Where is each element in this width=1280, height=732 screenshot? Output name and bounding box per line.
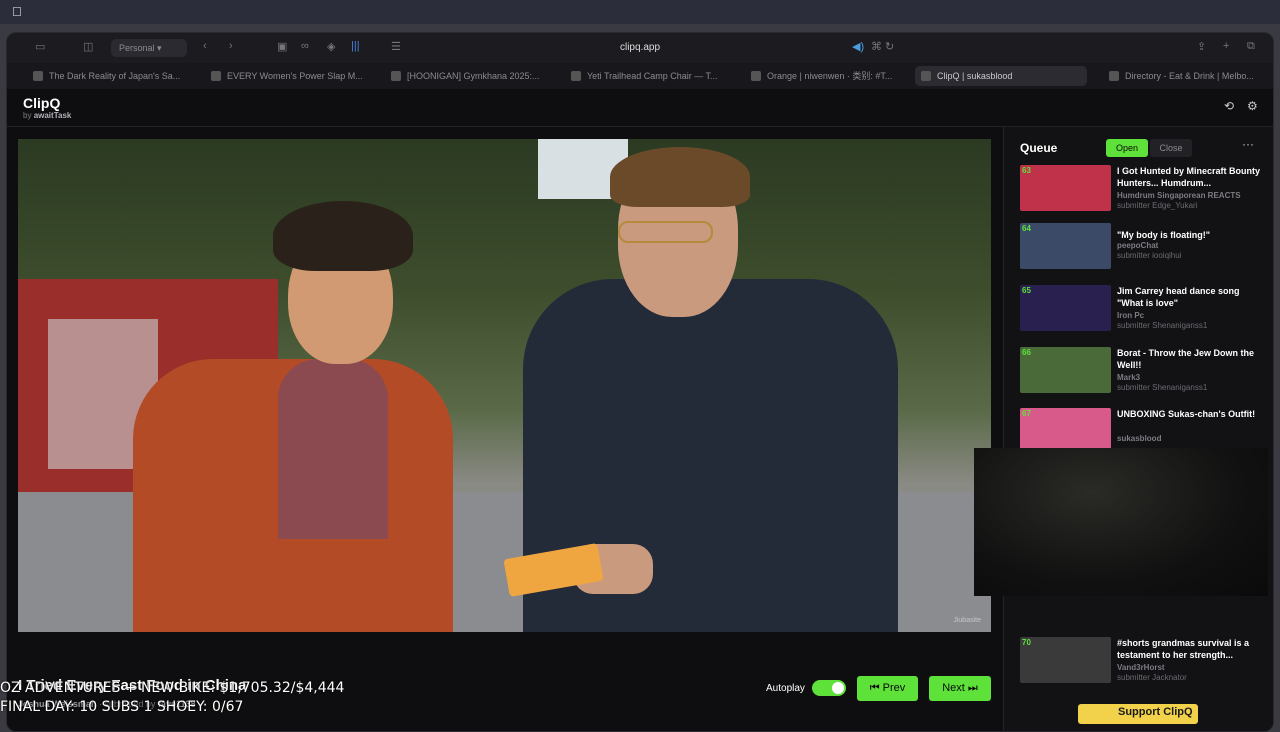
queue-thumbnail: 66 <box>1020 347 1111 393</box>
favicon-icon <box>921 71 931 81</box>
browser-tab[interactable]: Directory - Eat & Drink | Melbo... <box>1103 66 1273 86</box>
autoplay-toggle[interactable] <box>812 680 846 696</box>
browser-tab[interactable]: EVERY Women's Power Slap M... <box>205 66 367 86</box>
mac-menubar:  <box>0 0 1280 24</box>
browser-tab-active[interactable]: ClipQ | sukasblood <box>915 66 1087 86</box>
favicon-icon <box>1109 71 1119 81</box>
speaker-icon[interactable]: ◀) <box>852 40 864 53</box>
new-tab-icon[interactable]: + <box>1223 40 1229 52</box>
tabs-icon[interactable]: ⧉ <box>1247 40 1255 53</box>
video-watermark: Jiubasite <box>953 617 981 624</box>
prev-button[interactable]: ⏮ Prev <box>857 676 918 701</box>
reload-icon[interactable]: ↻ <box>885 40 894 53</box>
queue-thumbnail: 70 <box>1020 637 1111 683</box>
more-dots-icon[interactable]: ··· <box>1242 137 1254 151</box>
queue-close-button[interactable]: Close <box>1150 139 1192 157</box>
queue-title: Queue <box>1020 141 1058 155</box>
support-clipq-button[interactable]: Support ClipQ <box>1078 704 1198 724</box>
browser-toolbar: ▭ ◫ Personal ▾ ‹ › ▣ ∞ ◈ ||| ☰ clipq.app… <box>7 33 1273 63</box>
history-icon[interactable]: ⟲ <box>1224 99 1234 113</box>
queue-item[interactable]: 64 "My body is floating!" peepoChat subm… <box>1020 223 1272 271</box>
queue-thumbnail: 63 <box>1020 165 1111 211</box>
queue-item[interactable]: 70 #shorts grandmas survival is a testam… <box>1020 637 1272 685</box>
queue-open-button[interactable]: Open <box>1106 139 1148 157</box>
clipq-logo[interactable]: ClipQ <box>23 95 60 111</box>
queue-item[interactable]: 66 Borat - Throw the Jew Down the Well!!… <box>1020 347 1272 395</box>
browser-tab[interactable]: Orange | niwenwen · 类别: #T... <box>745 66 910 86</box>
share-icon[interactable]: ⇪ <box>1197 40 1206 53</box>
queue-item[interactable]: 63 I Got Hunted by Minecraft Bounty Hunt… <box>1020 165 1272 213</box>
favicon-icon <box>571 71 581 81</box>
favicon-icon <box>751 71 761 81</box>
address-bar[interactable]: clipq.app <box>7 42 1273 53</box>
video-player[interactable]: Jiubasite <box>18 139 991 632</box>
browser-window: ▭ ◫ Personal ▾ ‹ › ▣ ∞ ◈ ||| ☰ clipq.app… <box>6 32 1274 732</box>
queue-sidebar: Queue Open Close ··· 63 I Got Hunted by … <box>1003 127 1273 731</box>
settings-sliders-icon[interactable]: ⚙ <box>1247 99 1258 113</box>
apple-logo-icon[interactable]:  <box>12 4 22 19</box>
translate-icon[interactable]: ⌘ <box>871 40 882 53</box>
picture-in-picture-player[interactable] <box>974 448 1268 596</box>
stream-overlay-goal: OZ ADVENTURES + NEW BIKE: $1,705.32/$4,4… <box>0 680 345 696</box>
favicon-icon <box>33 71 43 81</box>
favicon-icon <box>391 71 401 81</box>
autoplay-label: Autoplay <box>766 683 805 694</box>
next-button[interactable]: Next ⏭ <box>929 676 991 701</box>
browser-tab[interactable]: Yeti Trailhead Camp Chair — T... <box>565 66 727 86</box>
app-header: ClipQ by awaitTask ⟲ ⚙ <box>7 89 1273 127</box>
favicon-icon <box>211 71 221 81</box>
stream-overlay-subs: FINAL DAY: 10 SUBS 1 SHOEY: 0/67 <box>0 699 244 715</box>
queue-item[interactable]: 65 Jim Carrey head dance song "What is l… <box>1020 285 1272 333</box>
byline: by awaitTask <box>23 111 72 120</box>
queue-thumbnail: 64 <box>1020 223 1111 269</box>
queue-thumbnail: 65 <box>1020 285 1111 331</box>
clipq-app: ClipQ by awaitTask ⟲ ⚙ Jiubasite I Tried… <box>7 89 1273 731</box>
tab-bar: The Dark Reality of Japan's Sa... EVERY … <box>7 63 1273 89</box>
browser-tab[interactable]: [HOONIGAN] Gymkhana 2025:... <box>385 66 547 86</box>
browser-tab[interactable]: The Dark Reality of Japan's Sa... <box>27 66 187 86</box>
